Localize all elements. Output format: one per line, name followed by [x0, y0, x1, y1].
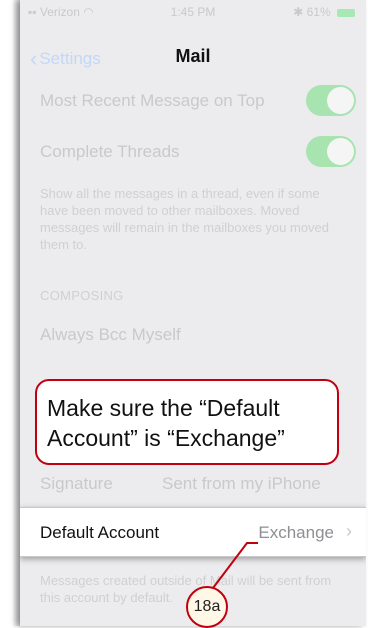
callout-pointer [212, 542, 258, 589]
step-marker: 18a [186, 586, 228, 628]
pointer-line [212, 542, 258, 589]
